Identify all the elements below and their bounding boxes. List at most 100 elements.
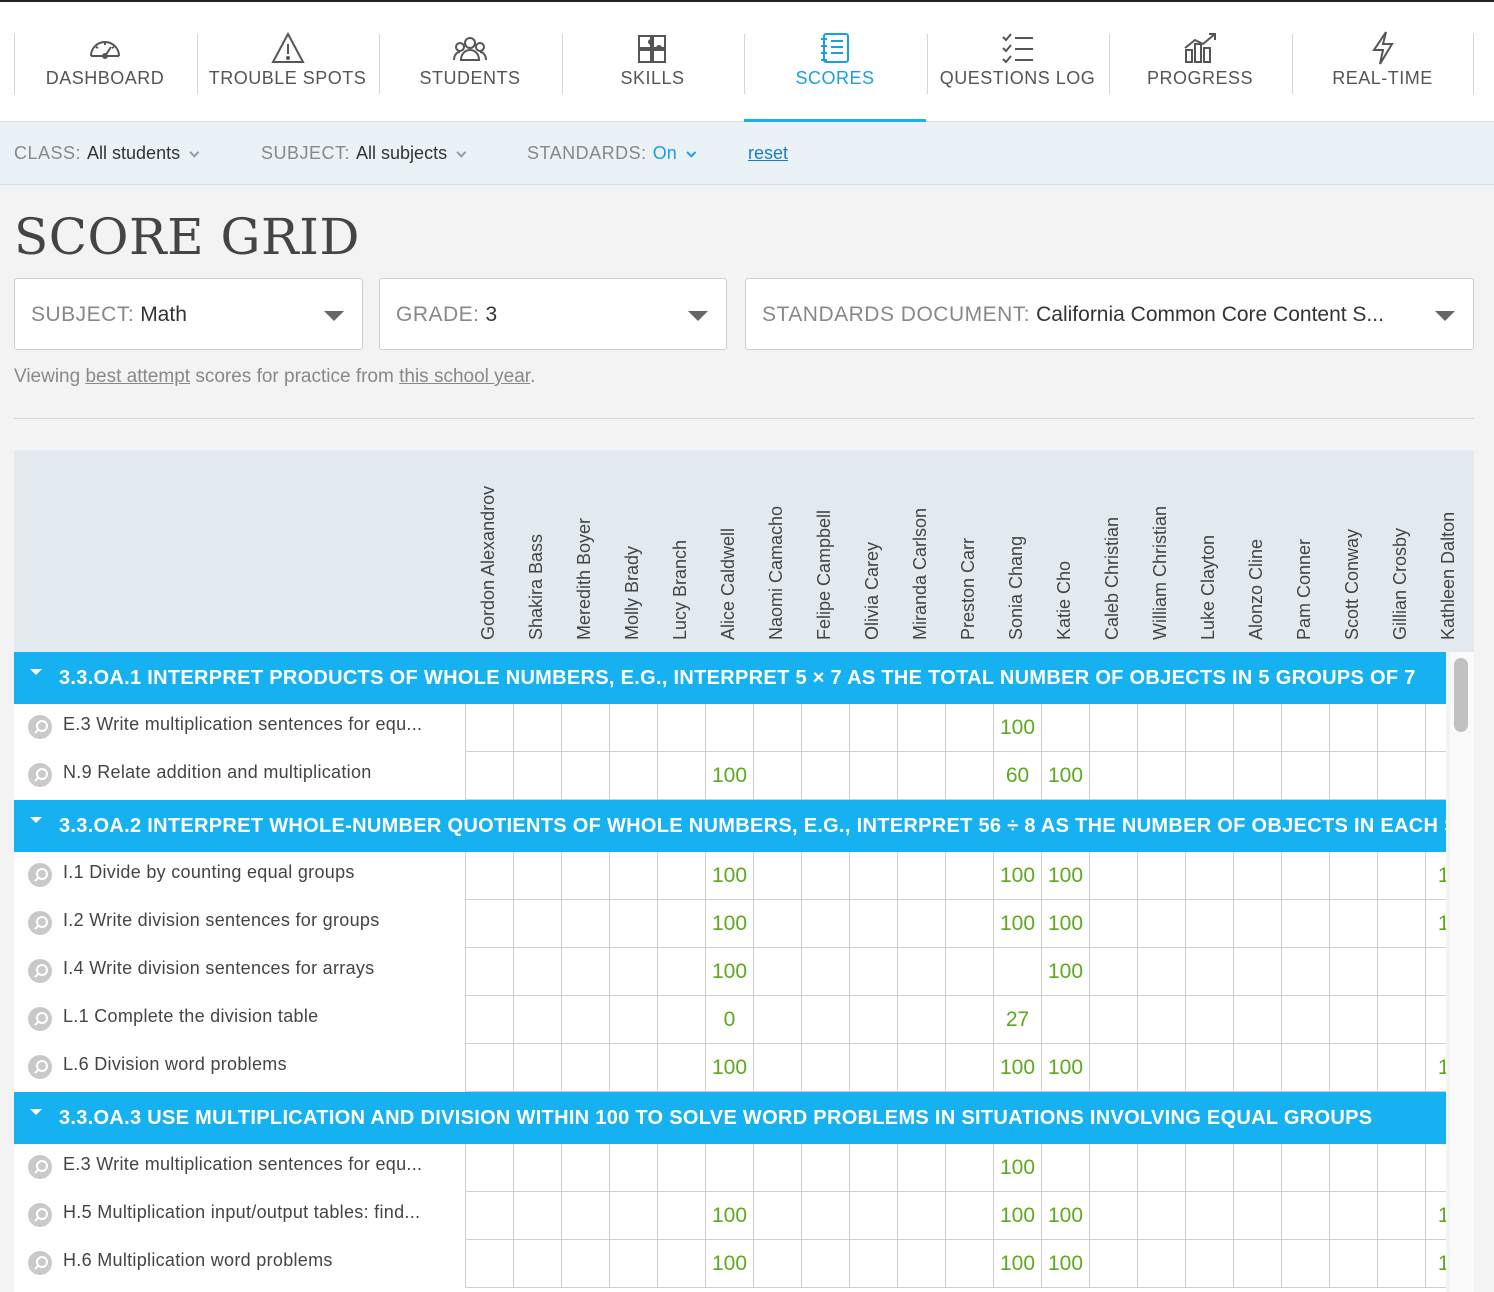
- score-cell[interactable]: 100: [705, 1044, 753, 1092]
- student-column-header[interactable]: Molly Brady: [609, 450, 657, 640]
- student-column-header[interactable]: Pam Conner: [1281, 450, 1329, 640]
- subject-filter[interactable]: SUBJECT: All subjects: [261, 143, 467, 164]
- score-cell[interactable]: 100: [1041, 752, 1089, 800]
- score-cell[interactable]: 100: [705, 752, 753, 800]
- score-cell[interactable]: 100: [705, 1192, 753, 1240]
- nav-tab-skills[interactable]: SKILLS: [562, 2, 744, 122]
- magnifier-icon[interactable]: [28, 1251, 52, 1275]
- standards-filter[interactable]: STANDARDS: On: [527, 143, 696, 164]
- student-column-header[interactable]: Alonzo Cline: [1233, 450, 1281, 640]
- skill-cell[interactable]: H.5 Multiplication input/output tables: …: [14, 1192, 465, 1240]
- student-column-header[interactable]: Caleb Christian: [1089, 450, 1137, 640]
- score-cell[interactable]: 100: [705, 852, 753, 900]
- score-cell[interactable]: 100: [1041, 948, 1089, 996]
- skill-cell[interactable]: I.2 Write division sentences for groups: [14, 900, 465, 948]
- collapse-caret-icon[interactable]: [30, 669, 42, 675]
- skill-name[interactable]: E.3 Write multiplication sentences for e…: [63, 1154, 422, 1175]
- student-column-header[interactable]: Scott Conway: [1329, 450, 1377, 640]
- skill-name[interactable]: N.9 Relate addition and multiplication: [63, 762, 372, 783]
- best-attempt-link[interactable]: best attempt: [85, 366, 190, 387]
- skill-name[interactable]: I.2 Write division sentences for groups: [63, 910, 380, 931]
- score-cell[interactable]: 10: [1425, 1044, 1446, 1092]
- student-column-header[interactable]: Sonia Chang: [993, 450, 1041, 640]
- score-cell[interactable]: 100: [1041, 1240, 1089, 1288]
- score-cell[interactable]: 100: [705, 1240, 753, 1288]
- skill-cell[interactable]: I.4 Write division sentences for arrays: [14, 948, 465, 996]
- skill-name[interactable]: I.4 Write division sentences for arrays: [63, 958, 375, 979]
- score-cell[interactable]: 100: [993, 704, 1041, 752]
- standard-header[interactable]: 3.3.OA.2 INTERPRET WHOLE-NUMBER QUOTIENT…: [14, 800, 1446, 852]
- student-column-header[interactable]: Meredith Boyer: [561, 450, 609, 640]
- score-cell[interactable]: 100: [1041, 1044, 1089, 1092]
- score-cell[interactable]: 100: [705, 948, 753, 996]
- magnifier-icon[interactable]: [28, 1055, 52, 1079]
- skill-cell[interactable]: N.9 Relate addition and multiplication: [14, 752, 465, 800]
- student-column-header[interactable]: Kathleen Dalton: [1425, 450, 1473, 640]
- student-column-header[interactable]: Preston Carr: [945, 450, 993, 640]
- subject-select[interactable]: SUBJECT: Math: [14, 278, 363, 350]
- scrollbar-track[interactable]: [1450, 652, 1474, 1292]
- magnifier-icon[interactable]: [28, 1203, 52, 1227]
- skill-name[interactable]: I.1 Divide by counting equal groups: [63, 862, 355, 883]
- student-column-header[interactable]: Alice Caldwell: [705, 450, 753, 640]
- skill-name[interactable]: H.6 Multiplication word problems: [63, 1250, 333, 1271]
- magnifier-icon[interactable]: [28, 715, 52, 739]
- score-cell[interactable]: 100: [1041, 1192, 1089, 1240]
- collapse-caret-icon[interactable]: [30, 1109, 42, 1115]
- scrollbar-thumb[interactable]: [1454, 658, 1468, 732]
- student-column-header[interactable]: Miranda Carlson: [897, 450, 945, 640]
- class-filter[interactable]: CLASS: All students: [14, 143, 200, 164]
- nav-tab-dashboard[interactable]: DASHBOARD: [14, 2, 196, 122]
- skill-cell[interactable]: E.3 Write multiplication sentences for e…: [14, 1144, 465, 1192]
- score-cell[interactable]: 100: [1041, 852, 1089, 900]
- skill-cell[interactable]: L.1 Complete the division table: [14, 996, 465, 1044]
- magnifier-icon[interactable]: [28, 1155, 52, 1179]
- standard-header[interactable]: 3.3.OA.1 INTERPRET PRODUCTS OF WHOLE NUM…: [14, 652, 1446, 704]
- score-cell[interactable]: 10: [1425, 900, 1446, 948]
- magnifier-icon[interactable]: [28, 863, 52, 887]
- skill-name[interactable]: L.6 Division word problems: [63, 1054, 287, 1075]
- score-cell[interactable]: 100: [993, 852, 1041, 900]
- score-cell[interactable]: 100: [705, 900, 753, 948]
- school-year-link[interactable]: this school year: [399, 366, 530, 387]
- grade-select[interactable]: GRADE: 3: [379, 278, 727, 350]
- skill-name[interactable]: L.1 Complete the division table: [63, 1006, 318, 1027]
- skill-name[interactable]: H.5 Multiplication input/output tables: …: [63, 1202, 420, 1223]
- score-cell[interactable]: 10: [1425, 1192, 1446, 1240]
- reset-link[interactable]: reset: [748, 143, 788, 164]
- score-cell[interactable]: 100: [993, 1044, 1041, 1092]
- standard-header[interactable]: 3.3.OA.3 USE MULTIPLICATION AND DIVISION…: [14, 1092, 1446, 1144]
- nav-tab-scores[interactable]: SCORES: [744, 2, 926, 122]
- student-column-header[interactable]: Gillian Crosby: [1377, 450, 1425, 640]
- nav-tab-real-time[interactable]: REAL-TIME: [1292, 2, 1474, 122]
- student-column-header[interactable]: Katie Cho: [1041, 450, 1089, 640]
- student-column-header[interactable]: William Christian: [1137, 450, 1185, 640]
- magnifier-icon[interactable]: [28, 959, 52, 983]
- score-cell[interactable]: 100: [993, 1144, 1041, 1192]
- score-cell[interactable]: 10: [1425, 1240, 1446, 1288]
- skill-cell[interactable]: L.6 Division word problems: [14, 1044, 465, 1092]
- skill-cell[interactable]: E.3 Write multiplication sentences for e…: [14, 704, 465, 752]
- student-column-header[interactable]: Shakira Bass: [513, 450, 561, 640]
- student-column-header[interactable]: Gordon Alexandrov: [465, 450, 513, 640]
- score-cell[interactable]: 10: [1425, 852, 1446, 900]
- nav-tab-students[interactable]: STUDENTS: [379, 2, 561, 122]
- student-column-header[interactable]: Luke Clayton: [1185, 450, 1233, 640]
- student-column-header[interactable]: Lucy Branch: [657, 450, 705, 640]
- score-cell[interactable]: 60: [993, 752, 1041, 800]
- score-cell[interactable]: 100: [1041, 900, 1089, 948]
- magnifier-icon[interactable]: [28, 1007, 52, 1031]
- score-cell[interactable]: 100: [993, 900, 1041, 948]
- skill-cell[interactable]: H.6 Multiplication word problems: [14, 1240, 465, 1288]
- score-cell[interactable]: 27: [993, 996, 1041, 1044]
- nav-tab-trouble-spots[interactable]: TROUBLE SPOTS: [197, 2, 379, 122]
- collapse-caret-icon[interactable]: [30, 817, 42, 823]
- skill-cell[interactable]: I.1 Divide by counting equal groups: [14, 852, 465, 900]
- nav-tab-questions-log[interactable]: QUESTIONS LOG: [927, 2, 1109, 122]
- skill-name[interactable]: E.3 Write multiplication sentences for e…: [63, 714, 422, 735]
- standards-document-select[interactable]: STANDARDS DOCUMENT: California Common Cor…: [745, 278, 1474, 350]
- student-column-header[interactable]: Felipe Campbell: [801, 450, 849, 640]
- student-column-header[interactable]: Naomi Camacho: [753, 450, 801, 640]
- student-column-header[interactable]: Olivia Carey: [849, 450, 897, 640]
- nav-tab-progress[interactable]: PROGRESS: [1109, 2, 1291, 122]
